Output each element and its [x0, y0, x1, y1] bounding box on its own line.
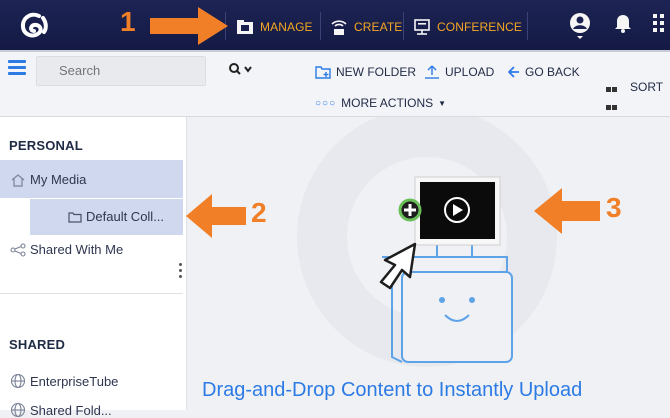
sidebar-item-my-media[interactable]: My Media	[10, 172, 86, 187]
toolbar: NEW FOLDER UPLOAD GO BACK ○○○ MORE ACTIO…	[0, 52, 670, 117]
search-box[interactable]	[36, 56, 206, 86]
annotation-arrow-2	[186, 194, 246, 238]
annotation-number-2: 2	[251, 197, 267, 228]
nav-divider	[527, 12, 528, 40]
more-actions-button[interactable]: ○○○ MORE ACTIONS ▼	[315, 96, 446, 110]
annotation-arrow-3	[534, 188, 600, 234]
go-back-label: GO BACK	[525, 65, 580, 79]
shared-section-title: SHARED	[9, 337, 66, 352]
grid-view-icon[interactable]	[606, 80, 618, 110]
nav-create[interactable]: CREATE	[330, 16, 402, 38]
app-logo-icon[interactable]	[17, 10, 51, 42]
globe-icon	[10, 373, 26, 389]
sidebar-item-label: Default Coll...	[86, 209, 165, 224]
drop-zone[interactable]	[327, 157, 567, 372]
bell-icon[interactable]	[614, 12, 632, 34]
sidebar-item-shared-folder[interactable]: Shared Fold...	[10, 402, 112, 418]
nav-divider	[320, 12, 321, 40]
globe-icon	[10, 402, 26, 418]
upload-label: UPLOAD	[445, 65, 495, 79]
presentation-icon	[413, 18, 431, 36]
sidebar-item-label: EnterpriseTube	[30, 373, 119, 389]
upload-button[interactable]: UPLOAD	[424, 65, 494, 79]
nav-manage-label: MANAGE	[260, 20, 313, 34]
share-icon	[10, 242, 26, 257]
annotation-number-3: 3	[606, 192, 622, 223]
new-folder-label: NEW FOLDER	[336, 65, 417, 79]
sidebar-item-label: Shared Fold...	[30, 402, 112, 418]
broadcast-icon	[330, 18, 348, 36]
app-grid-icon[interactable]	[651, 12, 669, 34]
folder-icon	[68, 211, 82, 223]
more-actions-label: MORE ACTIONS	[341, 96, 434, 110]
search-input[interactable]	[37, 57, 199, 78]
sidebar-item-label: Shared With Me	[30, 242, 124, 257]
sort-label: SORT	[630, 80, 664, 94]
top-navigation-bar: MANAGE CREATE CONFERENCE 1	[0, 0, 670, 52]
section-divider	[0, 293, 183, 294]
go-back-button[interactable]: GO BACK	[508, 65, 580, 79]
new-folder-button[interactable]: NEW FOLDER	[315, 65, 416, 79]
sidebar-item-label: My Media	[30, 172, 87, 187]
main-content-area: Drag-and-Drop Content to Instantly Uploa…	[187, 117, 670, 410]
nav-divider	[403, 12, 404, 40]
annotation-arrow-1-shaft	[150, 18, 200, 34]
sidebar-item-enterprisetube[interactable]: EnterpriseTube	[10, 373, 118, 389]
drop-zone-caption: Drag-and-Drop Content to Instantly Uploa…	[202, 379, 583, 401]
sidebar-item-shared-with-me[interactable]: Shared With Me	[10, 242, 123, 257]
annotation-arrow-1-head	[198, 7, 228, 45]
caret-down-icon: ▼	[438, 98, 447, 108]
back-arrow-icon	[508, 66, 519, 78]
annotation-number-1: 1	[120, 6, 136, 37]
upload-icon	[425, 65, 439, 79]
sort-button[interactable]: SORT	[630, 80, 663, 94]
hamburger-menu-icon[interactable]	[8, 60, 26, 78]
home-icon	[11, 173, 25, 187]
film-folder-icon	[236, 19, 254, 35]
user-avatar-icon[interactable]	[568, 12, 592, 40]
sidebar: PERSONAL My Media Default Coll... Shared…	[0, 117, 187, 418]
upload-illustration-icon	[379, 176, 513, 363]
nav-conference-label: CONFERENCE	[437, 20, 523, 34]
sidebar-item-default-collection[interactable]: Default Coll...	[68, 209, 164, 224]
search-dropdown-icon[interactable]	[228, 62, 254, 79]
personal-section-title: PERSONAL	[9, 138, 83, 153]
nav-create-label: CREATE	[354, 20, 403, 34]
new-folder-icon	[315, 66, 331, 79]
nav-manage[interactable]: MANAGE	[236, 16, 313, 38]
more-dots-icon: ○○○	[315, 97, 337, 109]
sidebar-resize-handle[interactable]	[179, 263, 183, 281]
nav-conference[interactable]: CONFERENCE	[413, 16, 522, 38]
